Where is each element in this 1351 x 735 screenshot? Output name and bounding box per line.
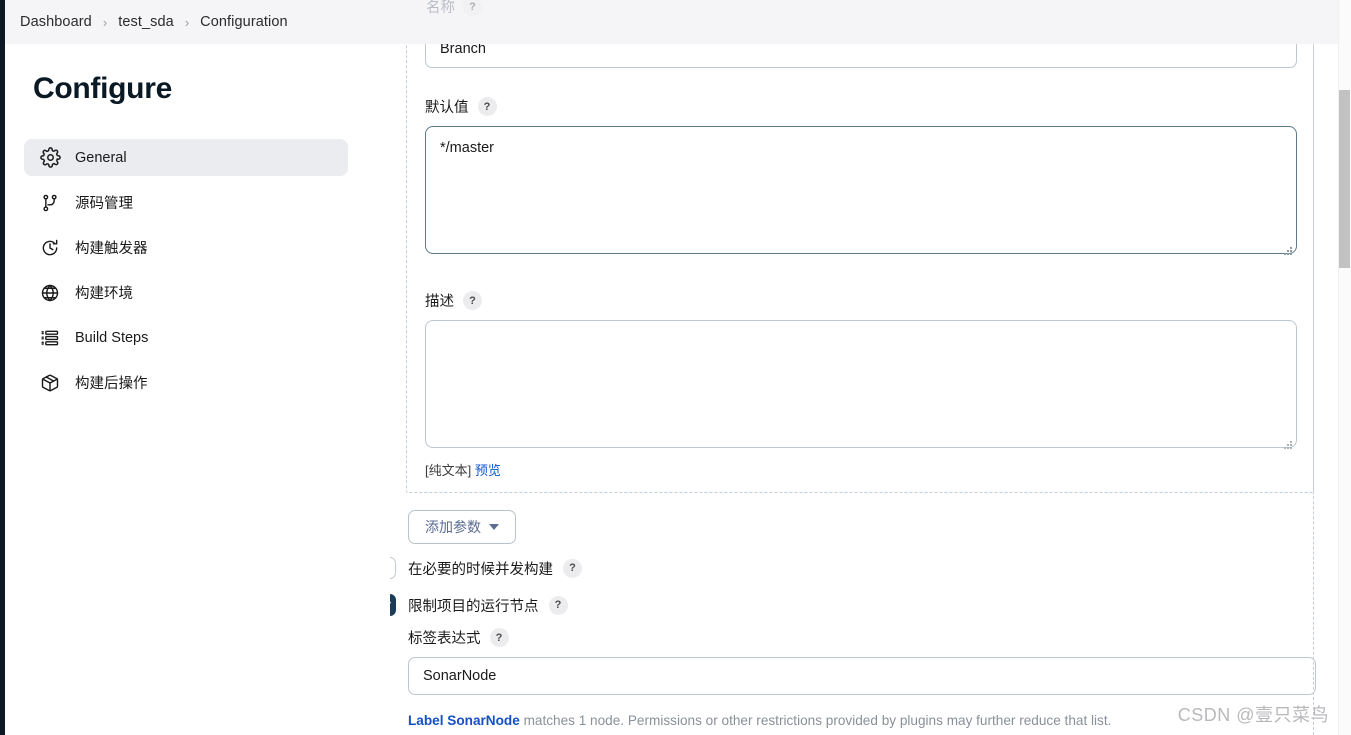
- breadcrumb: Dashboard › test_sda › Configuration: [0, 0, 390, 44]
- plaintext-note: [纯文本]: [425, 463, 472, 478]
- label-expression-label: 标签表达式 ?: [408, 627, 1316, 648]
- description-textarea[interactable]: [425, 320, 1297, 448]
- chevron-down-icon: [489, 524, 499, 530]
- page-title: Configure: [33, 72, 172, 105]
- form-right-dashed-boundary: [1313, 0, 1314, 735]
- default-value-textarea[interactable]: [425, 126, 1297, 254]
- sticky-header-strip: [390, 0, 1351, 44]
- breadcrumb-item-job[interactable]: test_sda: [118, 14, 174, 30]
- default-value-label: 默认值 ?: [425, 96, 1297, 117]
- package-icon: [38, 371, 62, 395]
- help-icon[interactable]: ?: [477, 97, 497, 116]
- label-expression-hint-text: matches 1 node. Permissions or other res…: [519, 713, 1112, 728]
- globe-icon: [38, 281, 62, 305]
- restrict-node-label: 限制项目的运行节点 ?: [408, 595, 568, 616]
- left-accent-rail: [0, 0, 5, 735]
- concurrent-build-checkbox-row[interactable]: 在必要的时候并发构建 ?: [374, 557, 582, 579]
- description-markup-row: [纯文本] 预览: [425, 460, 1297, 479]
- restrict-node-label-text: 限制项目的运行节点: [408, 598, 539, 615]
- label-expression-hint: Label SonarNode matches 1 node. Permissi…: [408, 713, 1111, 728]
- add-parameter-label: 添加参数: [425, 519, 481, 535]
- clock-icon: [38, 236, 62, 260]
- breadcrumb-separator-icon: ›: [102, 14, 108, 30]
- gear-icon: [38, 146, 62, 170]
- label-node-link[interactable]: Label SonarNode: [408, 713, 520, 728]
- breadcrumb-separator-icon: ›: [184, 14, 190, 30]
- parameter-name-label: 名称 ?: [426, 0, 482, 17]
- preview-link[interactable]: 预览: [475, 463, 501, 478]
- description-label-text: 描述: [425, 294, 454, 310]
- add-parameter-button[interactable]: 添加参数: [408, 510, 516, 544]
- default-value-label-text: 默认值: [425, 100, 469, 116]
- sidebar-item-general[interactable]: General: [24, 139, 348, 176]
- breadcrumb-item-configuration[interactable]: Configuration: [200, 14, 288, 30]
- sidebar-item-label: 构建环境: [75, 286, 133, 302]
- source-control-icon: [38, 191, 62, 215]
- concurrent-build-label-text: 在必要的时候并发构建: [408, 561, 553, 578]
- parameter-name-label-text: 名称: [426, 0, 455, 16]
- description-label: 描述 ?: [425, 290, 1297, 311]
- description-field-group: 描述 ? [纯文本] 预览: [425, 290, 1297, 479]
- sidebar-item-build-triggers[interactable]: 构建触发器: [24, 229, 348, 266]
- sidebar-item-label: 构建后操作: [75, 376, 148, 392]
- jenkins-configure-page: 默认值 ? 描述 ?: [0, 0, 1351, 735]
- label-expression-input[interactable]: [408, 657, 1316, 695]
- help-icon[interactable]: ?: [463, 291, 482, 310]
- add-parameter-wrapper: 添加参数: [408, 510, 516, 544]
- configure-sidebar: Configure General 源码管理 构建触发器 构建环境 Build …: [5, 44, 390, 735]
- help-icon[interactable]: ?: [548, 595, 568, 615]
- label-expression-group: 标签表达式 ?: [408, 627, 1316, 695]
- breadcrumb-item-dashboard[interactable]: Dashboard: [20, 14, 92, 30]
- help-icon[interactable]: ?: [463, 0, 482, 16]
- sidebar-nav-list: General 源码管理 构建触发器 构建环境 Build Steps 构建后操…: [24, 139, 348, 409]
- sidebar-item-label: 构建触发器: [75, 241, 148, 257]
- list-icon: [38, 326, 62, 350]
- restrict-node-checkbox-row[interactable]: 限制项目的运行节点 ?: [374, 594, 568, 616]
- watermark: CSDN @壹只菜鸟: [1177, 705, 1329, 725]
- help-icon[interactable]: ?: [563, 558, 582, 578]
- sidebar-item-source-control[interactable]: 源码管理: [24, 184, 348, 221]
- concurrent-build-label: 在必要的时候并发构建 ?: [408, 558, 582, 579]
- sidebar-item-build-steps[interactable]: Build Steps: [24, 319, 348, 356]
- label-expression-label-text: 标签表达式: [408, 631, 481, 647]
- sidebar-item-label: Build Steps: [75, 329, 149, 346]
- help-icon[interactable]: ?: [489, 628, 509, 647]
- sidebar-item-post-build-actions[interactable]: 构建后操作: [24, 364, 348, 401]
- default-value-field-group: 默认值 ?: [425, 96, 1297, 259]
- page-scrollbar-thumb[interactable]: [1339, 90, 1350, 268]
- sidebar-item-label: General: [75, 149, 127, 166]
- sidebar-item-build-environment[interactable]: 构建环境: [24, 274, 348, 311]
- sidebar-item-label: 源码管理: [75, 196, 133, 212]
- configuration-form-column: 默认值 ? 描述 ?: [374, 0, 1351, 735]
